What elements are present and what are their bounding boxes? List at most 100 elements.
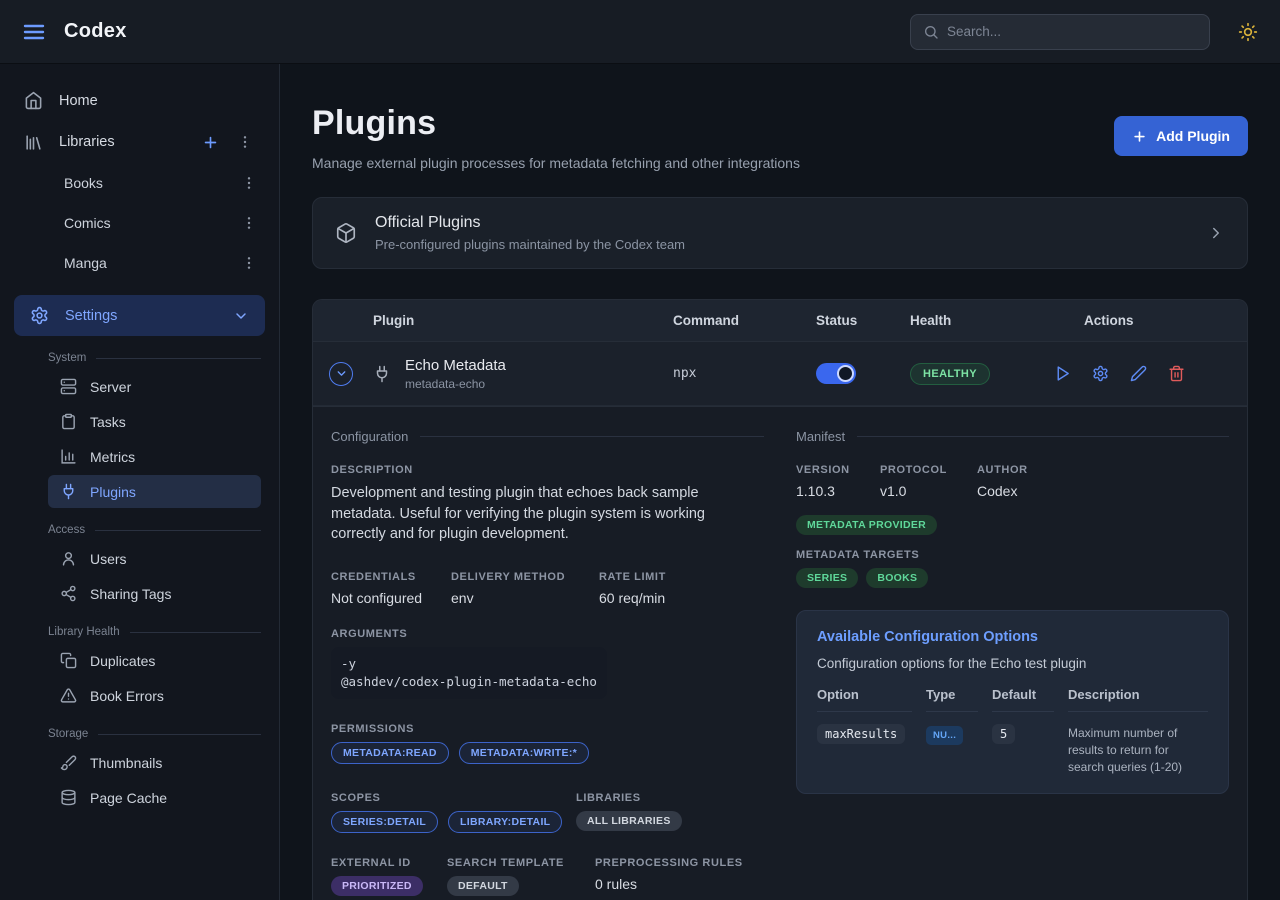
- comics-menu-icon[interactable]: [239, 213, 259, 233]
- author-field: AUTHOR Codex: [977, 464, 1229, 499]
- status-toggle[interactable]: [816, 363, 856, 384]
- sidebar-item-book-errors[interactable]: Book Errors: [48, 679, 261, 712]
- database-icon: [60, 789, 77, 806]
- page-header: Plugins Manage external plugin processes…: [312, 104, 1248, 171]
- libraries-badge: ALL LIBRARIES: [576, 811, 682, 831]
- col-header-health: Health: [910, 313, 1040, 328]
- sidebar-item-libraries[interactable]: Libraries: [0, 121, 279, 163]
- plugin-name-cell: Echo Metadata metadata-echo: [373, 357, 673, 391]
- topbar: Codex: [0, 0, 1280, 64]
- copy-icon: [60, 652, 77, 669]
- credentials-field: CREDENTIALS Not configured: [331, 571, 451, 606]
- option-type-cell: NU...: [926, 712, 978, 743]
- sidebar-item-label: Libraries: [59, 134, 115, 150]
- scope-badge: SERIES:DETAIL: [331, 811, 438, 833]
- menu-icon[interactable]: [22, 20, 46, 44]
- add-plugin-button[interactable]: Add Plugin: [1114, 116, 1248, 156]
- search-box[interactable]: [910, 14, 1210, 50]
- main-content: Plugins Manage external plugin processes…: [280, 64, 1280, 900]
- clipboard-icon: [60, 413, 77, 430]
- configure-plugin-icon[interactable]: [1092, 365, 1109, 382]
- sidebar-item-metrics[interactable]: Metrics: [48, 440, 261, 473]
- manga-menu-icon[interactable]: [239, 253, 259, 273]
- option-name-cell: maxResults: [817, 712, 912, 743]
- delete-plugin-icon[interactable]: [1168, 365, 1185, 382]
- sidebar-item-settings[interactable]: Settings: [14, 295, 265, 336]
- plugin-detail-panel: Configuration DESCRIPTION Development an…: [313, 406, 1247, 900]
- sidebar-item-label: Server: [90, 379, 131, 395]
- section-label: Access: [48, 524, 85, 536]
- theme-toggle-sun-icon[interactable]: [1238, 22, 1258, 42]
- brush-icon: [60, 754, 77, 771]
- sidebar-section-library-health: Library Health: [48, 626, 261, 638]
- sidebar-item-page-cache[interactable]: Page Cache: [48, 781, 261, 814]
- rate-limit-field: RATE LIMIT 60 req/min: [599, 571, 764, 606]
- official-plugins-card[interactable]: Official Plugins Pre-configured plugins …: [312, 197, 1248, 269]
- plugin-name-block: Echo Metadata metadata-echo: [405, 357, 506, 391]
- run-plugin-icon[interactable]: [1054, 365, 1071, 382]
- home-icon: [24, 91, 43, 110]
- page-title-block: Plugins Manage external plugin processes…: [312, 104, 800, 171]
- sidebar-item-comics[interactable]: Comics: [0, 203, 279, 243]
- metadata-targets-field: METADATA TARGETS SERIES BOOKS: [796, 549, 1229, 588]
- package-icon: [335, 222, 357, 244]
- sidebar-item-sharing-tags[interactable]: Sharing Tags: [48, 577, 261, 610]
- credentials-row: CREDENTIALS Not configured DELIVERY METH…: [331, 571, 764, 606]
- delivery-value: env: [451, 590, 599, 606]
- libraries-field: LIBRARIES ALL LIBRARIES: [576, 792, 764, 833]
- manifest-heading-label: Manifest: [796, 429, 845, 444]
- warning-triangle-icon: [60, 687, 77, 704]
- add-library-icon[interactable]: [202, 134, 219, 151]
- protocol-field: PROTOCOL v1.0: [880, 464, 977, 499]
- table-row: Echo Metadata metadata-echo npx HEALTHY: [313, 342, 1247, 406]
- search-input[interactable]: [947, 24, 1197, 39]
- sidebar-item-home[interactable]: Home: [0, 80, 279, 121]
- manifest-heading: Manifest: [796, 429, 1229, 444]
- provider-field: METADATA PROVIDER: [796, 515, 1229, 533]
- table-header-row: Plugin Command Status Health Actions: [313, 300, 1247, 342]
- sidebar-item-manga[interactable]: Manga: [0, 243, 279, 283]
- permission-badge: METADATA:READ: [331, 742, 449, 764]
- sidebar-item-server[interactable]: Server: [48, 370, 261, 403]
- target-badge: SERIES: [796, 568, 858, 588]
- plug-icon: [373, 365, 391, 383]
- library-label: Manga: [64, 255, 107, 271]
- delivery-label: DELIVERY METHOD: [451, 571, 599, 583]
- sidebar-item-label: Tasks: [90, 414, 126, 430]
- sidebar-item-thumbnails[interactable]: Thumbnails: [48, 746, 261, 779]
- gear-icon: [30, 306, 49, 325]
- permissions-label: PERMISSIONS: [331, 723, 764, 735]
- sidebar-item-duplicates[interactable]: Duplicates: [48, 644, 261, 677]
- sidebar-item-tasks[interactable]: Tasks: [48, 405, 261, 438]
- section-label: Storage: [48, 728, 88, 740]
- manifest-meta-row: VERSION 1.10.3 PROTOCOL v1.0 AUTHOR Code…: [796, 464, 1229, 499]
- configuration-column: Configuration DESCRIPTION Development an…: [331, 429, 764, 894]
- arguments-label: ARGUMENTS: [331, 628, 764, 640]
- sidebar-item-books[interactable]: Books: [0, 163, 279, 203]
- permissions-badges: METADATA:READ METADATA:WRITE:*: [331, 742, 764, 764]
- search-template-label: SEARCH TEMPLATE: [447, 857, 595, 869]
- description-text: Development and testing plugin that echo…: [331, 483, 761, 545]
- sidebar-item-label: Home: [59, 93, 98, 109]
- target-badge: BOOKS: [866, 568, 928, 588]
- edit-plugin-icon[interactable]: [1130, 365, 1147, 382]
- sidebar-item-label: Plugins: [90, 484, 136, 500]
- collapse-row-button[interactable]: [329, 362, 353, 386]
- official-plugins-title: Official Plugins: [375, 214, 685, 232]
- protocol-label: PROTOCOL: [880, 464, 977, 476]
- plugin-command: npx: [673, 366, 816, 381]
- opt-col-description: Description: [1068, 687, 1208, 712]
- sidebar-item-label: Book Errors: [90, 688, 164, 704]
- arguments-block: -y @ashdev/codex-plugin-metadata-echo: [331, 647, 607, 699]
- opt-col-default: Default: [992, 687, 1054, 712]
- metadata-targets-badges: SERIES BOOKS: [796, 568, 1229, 588]
- scopes-field: SCOPES SERIES:DETAIL LIBRARY:DETAIL: [331, 792, 576, 833]
- argument-line: -y: [341, 655, 597, 673]
- col-header-actions: Actions: [1040, 313, 1231, 328]
- books-menu-icon[interactable]: [239, 173, 259, 193]
- sidebar-item-plugins[interactable]: Plugins: [48, 475, 261, 508]
- section-label: Library Health: [48, 626, 120, 638]
- option-description: Maximum number of results to return for …: [1068, 712, 1208, 775]
- libraries-menu-icon[interactable]: [235, 132, 255, 152]
- sidebar-item-users[interactable]: Users: [48, 542, 261, 575]
